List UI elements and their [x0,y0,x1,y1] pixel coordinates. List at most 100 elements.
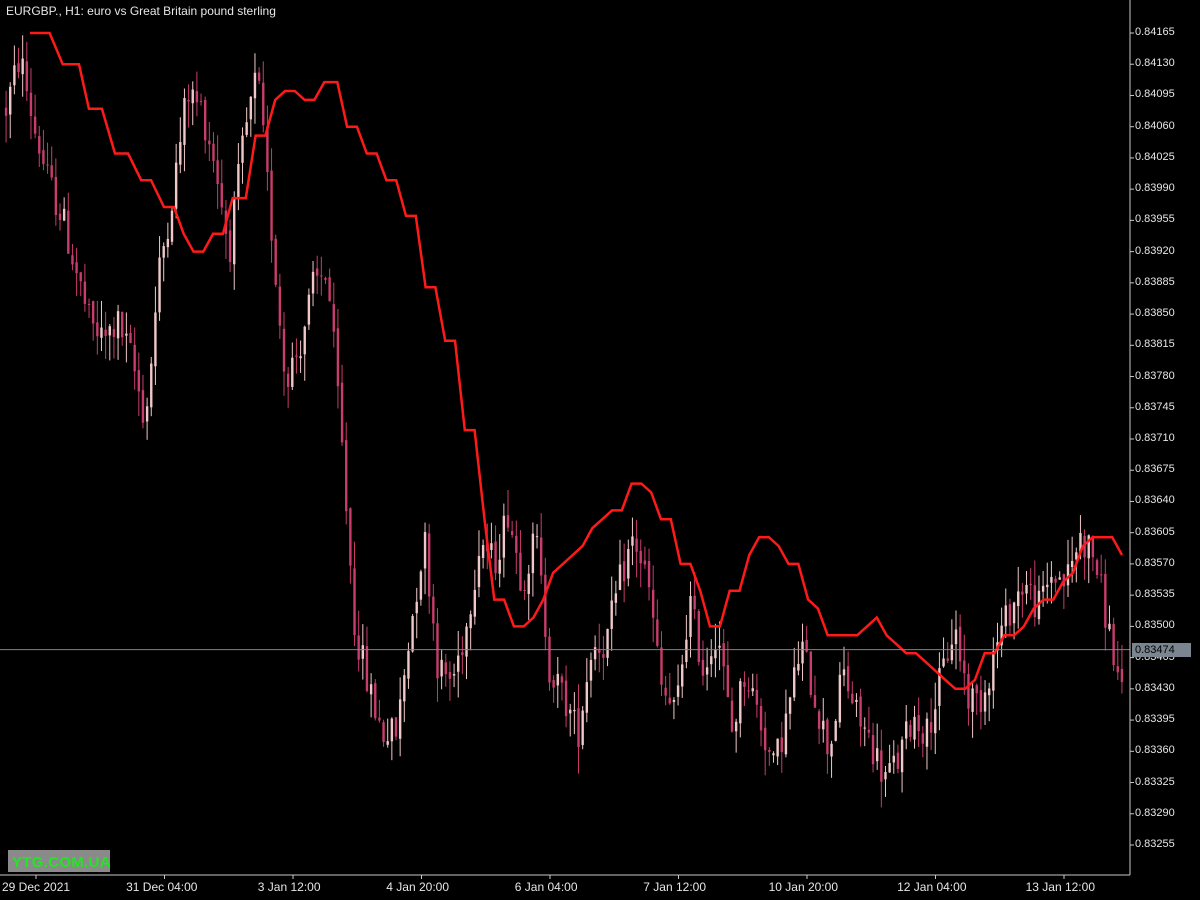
watermark-text: YTG.COM.UA [12,854,111,871]
candle-body [801,641,804,664]
candle-body [353,568,356,636]
price-chart[interactable] [0,0,1200,900]
candle-body [830,743,833,757]
candle-body [627,549,630,579]
candle-body [58,213,62,220]
time-tick-label: 3 Jan 12:00 [257,880,321,894]
candle-body [734,721,738,732]
candle-body [54,176,58,216]
candle-body [1112,623,1115,666]
candle-body [75,262,78,274]
candle-body [851,693,854,704]
candle-body [705,667,709,675]
candle-body [419,571,423,600]
price-tick-label: 0.83710 [1135,432,1175,444]
price-axis-ticks [1130,32,1134,846]
candle-body [183,98,186,145]
candle-body [386,741,389,745]
candle-body [954,629,958,645]
candle-body [556,673,559,686]
candle-body [718,645,721,648]
indicator-line [30,31,1124,691]
candle-body [369,684,373,695]
candle-body [332,304,335,332]
candle-body [983,692,987,712]
candle-body [577,708,580,747]
candle-body [917,715,920,732]
candle-body [614,593,618,603]
candle-body [531,533,535,574]
candle-body [427,533,431,597]
candle-body [187,99,190,102]
candle-body [340,382,344,443]
time-tick-label: 7 Jan 12:00 [643,880,707,894]
candle-body [967,673,970,709]
candle-body [668,697,671,704]
candle-body [1116,666,1119,673]
candle-body [25,61,29,92]
candle-body [457,655,460,672]
candle-body [461,652,464,656]
candle-body [170,210,174,242]
candle-body [174,162,178,209]
current-price-badge: 0.83474 [1132,642,1191,657]
candle-body [755,689,759,705]
candle-body [295,355,298,357]
candle-body [676,685,680,697]
candle-body [672,699,676,703]
candle-body [1099,574,1103,576]
price-tick-label: 0.83395 [1135,713,1175,726]
price-tick-label: 0.83745 [1135,400,1175,413]
candle-body [809,651,813,695]
candle-body [681,664,684,687]
candle-body [722,643,725,667]
candle-body [262,82,265,126]
candle-body [141,390,145,423]
time-tick-label: 12 Jan 04:00 [897,880,967,894]
candle-body [689,596,692,637]
candle-body [946,658,949,661]
time-tick-label: 4 Jan 20:00 [386,880,450,894]
candle-body [216,160,219,184]
candle-body [228,230,232,262]
candle-body [444,662,447,675]
candle-body [469,614,472,629]
candle-body [510,531,514,535]
candle-body [610,600,613,629]
candle-body [253,72,257,99]
candle-body [1021,591,1024,595]
candle-body [87,303,91,305]
candle-body [664,687,667,696]
candle-body [793,667,796,698]
candle-body [46,164,49,166]
candle-body [656,619,659,646]
candle-body [838,674,842,723]
candle-body [772,753,775,756]
candle-body [842,669,846,676]
candle-body [357,635,360,660]
candle-body [788,697,792,714]
candle-body [407,650,410,679]
candle-body [112,329,116,337]
candle-body [747,690,750,692]
candle-body [743,681,746,687]
candle-body [539,537,543,576]
candle-body [245,122,248,135]
candle-body [519,552,522,591]
candle-body [291,357,294,387]
candle-body [336,328,340,387]
candle-body [548,636,551,683]
chart-window[interactable]: EURGBP., H1: euro vs Great Britain pound… [0,0,1200,900]
candle-body [693,595,696,610]
price-tick-label: 0.83255 [1135,838,1175,850]
candle-body [378,717,381,721]
candle-body [137,370,141,392]
candle-body [900,739,904,773]
candle-body [191,89,194,104]
candles-layer [4,35,1124,808]
candle-body [199,100,203,102]
candle-body [826,719,829,755]
candle-body [154,312,157,367]
candle-body [67,210,70,254]
candle-body [203,99,207,141]
